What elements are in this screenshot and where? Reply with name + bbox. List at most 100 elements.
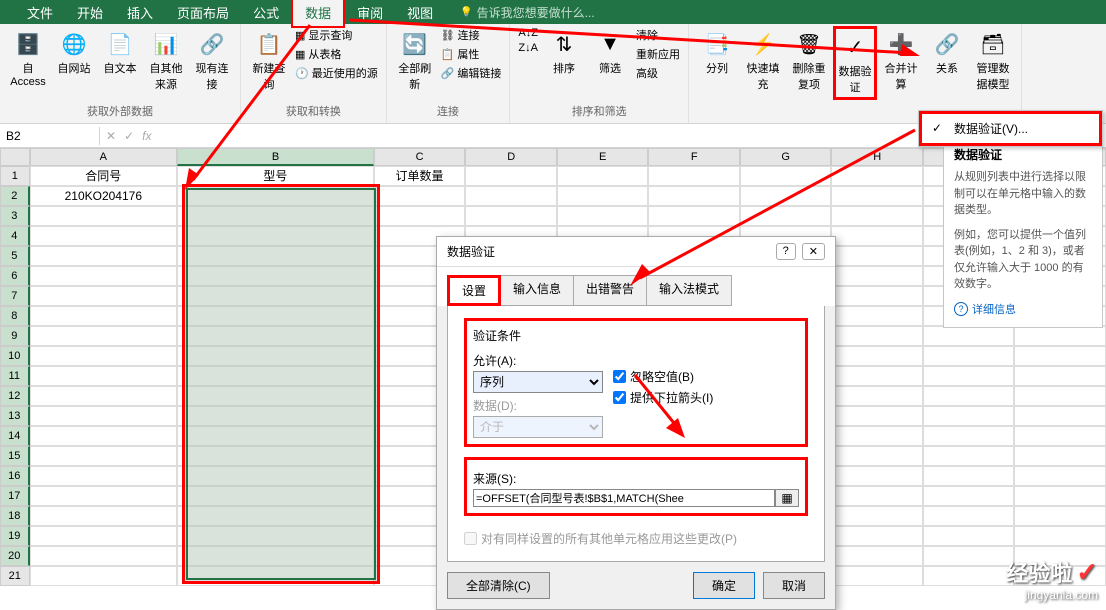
cell[interactable] — [831, 346, 923, 366]
cell[interactable] — [374, 206, 466, 226]
tab-view[interactable]: 视图 — [395, 0, 445, 26]
cell[interactable] — [30, 286, 178, 306]
tab-insert[interactable]: 插入 — [115, 0, 165, 26]
tab-formulas[interactable]: 公式 — [241, 0, 291, 26]
cell[interactable] — [923, 446, 1015, 466]
row-header[interactable]: 10 — [0, 346, 30, 366]
cell[interactable] — [831, 526, 923, 546]
cell[interactable] — [831, 506, 923, 526]
from-web-button[interactable]: 🌐自网站 — [52, 26, 96, 78]
cell[interactable] — [831, 546, 923, 566]
tell-me-search[interactable]: 告诉我您想要做什么... — [460, 4, 594, 21]
cancel-formula-icon[interactable]: ✕ — [106, 129, 116, 143]
flash-fill-button[interactable]: ⚡快速填充 — [741, 26, 785, 94]
tab-page-layout[interactable]: 页面布局 — [165, 0, 241, 26]
cell[interactable] — [374, 186, 466, 206]
cell[interactable] — [30, 346, 178, 366]
clear-button[interactable]: 清除 — [634, 26, 682, 44]
row-header[interactable]: 14 — [0, 426, 30, 446]
row-header[interactable]: 6 — [0, 266, 30, 286]
row-header[interactable]: 17 — [0, 486, 30, 506]
cell[interactable] — [30, 486, 178, 506]
cell[interactable] — [923, 546, 1015, 566]
advanced-button[interactable]: 高级 — [634, 64, 682, 82]
cell[interactable] — [740, 166, 832, 186]
cell[interactable] — [465, 166, 557, 186]
cell[interactable] — [831, 486, 923, 506]
new-query-button[interactable]: 📋新建查询 — [247, 26, 291, 94]
text-to-columns-button[interactable]: 📑分列 — [695, 26, 739, 78]
row-header[interactable]: 8 — [0, 306, 30, 326]
cell[interactable] — [1014, 486, 1106, 506]
close-button[interactable]: ✕ — [802, 243, 825, 260]
cell[interactable] — [923, 486, 1015, 506]
cell[interactable] — [30, 546, 178, 566]
cell[interactable] — [831, 466, 923, 486]
reapply-button[interactable]: 重新应用 — [634, 45, 682, 63]
cell[interactable] — [831, 226, 923, 246]
allow-select[interactable]: 序列 — [473, 371, 603, 393]
col-header-C[interactable]: C — [374, 148, 466, 166]
row-header[interactable]: 3 — [0, 206, 30, 226]
row-header[interactable]: 18 — [0, 506, 30, 526]
cell[interactable] — [923, 366, 1015, 386]
dialog-tab-settings[interactable]: 设置 — [447, 275, 501, 306]
row-header[interactable]: 2 — [0, 186, 30, 206]
cell[interactable] — [30, 206, 178, 226]
cell[interactable] — [1014, 386, 1106, 406]
cell[interactable] — [30, 246, 178, 266]
cell[interactable] — [648, 186, 740, 206]
col-header-F[interactable]: F — [648, 148, 740, 166]
source-input[interactable] — [473, 489, 775, 507]
row-header[interactable]: 4 — [0, 226, 30, 246]
cell[interactable] — [831, 186, 923, 206]
help-button[interactable]: ? — [776, 243, 796, 260]
cell[interactable] — [831, 566, 923, 586]
cell[interactable] — [30, 366, 178, 386]
row-header[interactable]: 7 — [0, 286, 30, 306]
cell[interactable] — [30, 526, 178, 546]
cell[interactable] — [1014, 326, 1106, 346]
sort-za-button[interactable]: Z↓A — [516, 41, 540, 55]
cell[interactable] — [30, 306, 178, 326]
row-header[interactable]: 9 — [0, 326, 30, 346]
name-box[interactable]: B2 — [0, 127, 100, 145]
properties-button[interactable]: 📋属性 — [439, 45, 504, 63]
connections-button[interactable]: ⛓连接 — [439, 26, 504, 44]
dialog-tab-ime[interactable]: 输入法模式 — [646, 275, 732, 306]
dialog-tab-error[interactable]: 出错警告 — [573, 275, 647, 306]
data-validation-menu-item[interactable]: ✓ 数据验证(V)... — [919, 111, 1102, 146]
cell[interactable] — [557, 166, 649, 186]
col-header-D[interactable]: D — [465, 148, 557, 166]
row-header[interactable]: 12 — [0, 386, 30, 406]
cell[interactable] — [923, 506, 1015, 526]
cell[interactable] — [1014, 346, 1106, 366]
cell[interactable] — [831, 386, 923, 406]
cell[interactable] — [831, 166, 923, 186]
cell[interactable] — [30, 266, 178, 286]
apply-all-checkbox[interactable]: 对有同样设置的所有其他单元格应用这些更改(P) — [464, 530, 808, 547]
row-header[interactable]: 5 — [0, 246, 30, 266]
tab-review[interactable]: 审阅 — [345, 0, 395, 26]
select-all-corner[interactable] — [0, 148, 30, 166]
cell[interactable] — [831, 246, 923, 266]
row-header[interactable]: 20 — [0, 546, 30, 566]
cell[interactable] — [30, 406, 178, 426]
cell[interactable] — [923, 466, 1015, 486]
refresh-all-button[interactable]: 🔄全部刷新 — [393, 26, 437, 94]
existing-conn-button[interactable]: 🔗现有连接 — [190, 26, 234, 94]
cell[interactable] — [831, 406, 923, 426]
cell[interactable] — [740, 186, 832, 206]
cell[interactable] — [923, 526, 1015, 546]
cell[interactable] — [30, 506, 178, 526]
show-query-button[interactable]: ▦显示查询 — [293, 26, 380, 44]
row-header[interactable]: 15 — [0, 446, 30, 466]
tab-file[interactable]: 文件 — [15, 0, 65, 26]
cell[interactable] — [1014, 366, 1106, 386]
cell[interactable] — [30, 326, 178, 346]
filter-button[interactable]: ▼筛选 — [588, 26, 632, 78]
row-header[interactable]: 11 — [0, 366, 30, 386]
cell[interactable] — [831, 446, 923, 466]
cell[interactable] — [831, 306, 923, 326]
row-header[interactable]: 1 — [0, 166, 30, 186]
